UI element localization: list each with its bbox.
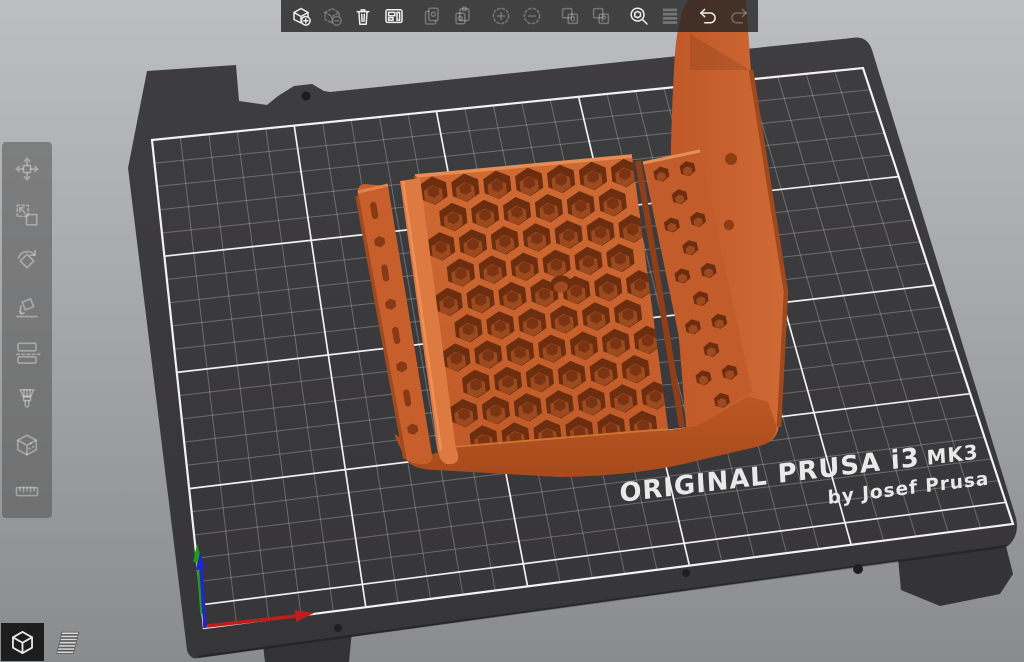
delete-icon xyxy=(320,4,344,28)
toolbar-button-search[interactable] xyxy=(623,1,654,31)
viewport-3d[interactable]: ORIGINAL PRUSA i3MK3 by Josef Prusa xyxy=(0,0,1024,662)
bed-screw-hole xyxy=(334,624,342,632)
move-icon xyxy=(12,154,42,184)
toolbar-button-add[interactable] xyxy=(285,1,316,31)
measure-icon xyxy=(12,476,42,506)
toolbar-button-split-to-parts[interactable]: P xyxy=(585,1,616,31)
view-mode-toolbar xyxy=(1,623,90,661)
view-3d-icon xyxy=(7,627,38,658)
flatten-icon xyxy=(12,292,42,322)
rotate-icon xyxy=(12,246,42,276)
bed-notch-hole xyxy=(302,92,311,101)
split-icon: P xyxy=(589,4,613,28)
undo-icon xyxy=(696,4,720,28)
toolbar-button-seam-painting[interactable] xyxy=(2,422,52,468)
paint-icon xyxy=(12,384,42,414)
delete-all-icon xyxy=(351,4,375,28)
icon-badge-letter: 0 xyxy=(570,15,575,24)
arrange-icon xyxy=(382,4,406,28)
layers-icon xyxy=(658,4,682,28)
icon-badge-letter: P xyxy=(601,15,607,24)
toolbar-button-add-instance[interactable] xyxy=(485,1,516,31)
split-icon: 0 xyxy=(558,4,582,28)
toolbar-button-3d-editor-view[interactable] xyxy=(1,623,44,661)
search-icon xyxy=(627,4,651,28)
model-wall-hole xyxy=(725,153,737,165)
toolbar-button-undo[interactable] xyxy=(692,1,723,31)
toolbar-button-redo[interactable] xyxy=(723,1,754,31)
bed-screw-hole xyxy=(682,569,690,577)
gizmo-toolbar xyxy=(2,142,52,518)
remove-instance-icon xyxy=(520,4,544,28)
bed-screw-hole xyxy=(853,564,863,574)
toolbar-button-rotate[interactable] xyxy=(2,238,52,284)
toolbar-button-paste[interactable] xyxy=(447,1,478,31)
toolbar-button-delete-all[interactable] xyxy=(347,1,378,31)
add-icon xyxy=(289,4,313,28)
cut-icon xyxy=(12,338,42,368)
seam-icon xyxy=(12,430,42,460)
toolbar-button-delete[interactable] xyxy=(316,1,347,31)
toolbar-button-cut[interactable] xyxy=(2,330,52,376)
toolbar-button-preview-view[interactable] xyxy=(47,623,90,661)
toolbar-button-variable-layer-height[interactable] xyxy=(654,1,685,31)
toolbar-button-remove-instance[interactable] xyxy=(516,1,547,31)
redo-icon xyxy=(727,4,751,28)
add-instance-icon xyxy=(489,4,513,28)
toolbar-button-paint-on-supports[interactable] xyxy=(2,376,52,422)
copy-icon xyxy=(420,4,444,28)
toolbar-button-split-to-objects[interactable]: 0 xyxy=(554,1,585,31)
view-preview-icon xyxy=(53,627,84,658)
toolbar-button-arrange[interactable] xyxy=(378,1,409,31)
toolbar-button-place-on-face[interactable] xyxy=(2,284,52,330)
model-wall-hole xyxy=(724,220,734,230)
scale-icon xyxy=(12,200,42,230)
paste-icon xyxy=(451,4,475,28)
top-toolbar: 0P xyxy=(281,0,758,32)
toolbar-button-scale[interactable] xyxy=(2,192,52,238)
toolbar-button-move[interactable] xyxy=(2,146,52,192)
toolbar-button-measure[interactable] xyxy=(2,468,52,514)
toolbar-button-copy[interactable] xyxy=(416,1,447,31)
